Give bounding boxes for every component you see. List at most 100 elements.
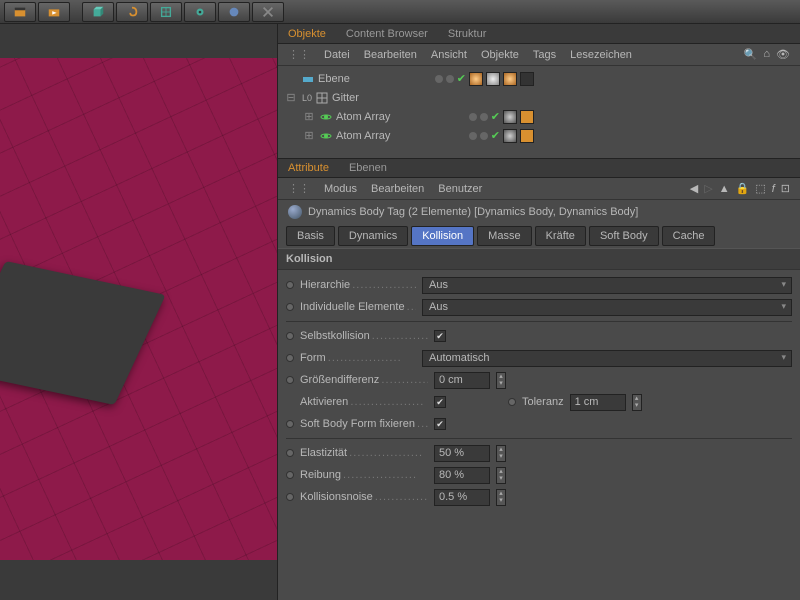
input-kollisionsnoise[interactable]: 0.5 % bbox=[434, 489, 490, 506]
tab-objekte[interactable]: Objekte bbox=[278, 25, 336, 43]
dropdown-individuelle[interactable]: Aus bbox=[422, 299, 792, 316]
spinner[interactable]: ▴▾ bbox=[496, 445, 506, 462]
object-row-atom-1[interactable]: ⊞ Atom Array ✔ bbox=[284, 107, 794, 126]
anim-bullet[interactable] bbox=[286, 420, 294, 428]
vis-dot[interactable] bbox=[469, 113, 477, 121]
material-tag[interactable] bbox=[469, 72, 483, 86]
tab-ebenen[interactable]: Ebenen bbox=[339, 159, 397, 177]
dropdown-hierarchie[interactable]: Aus bbox=[422, 277, 792, 294]
tool-cube[interactable] bbox=[82, 2, 114, 22]
input-elastizitaet[interactable]: 50 % bbox=[434, 445, 490, 462]
nav-fwd-icon[interactable]: ▷ bbox=[704, 182, 712, 195]
material-tag[interactable] bbox=[486, 72, 500, 86]
anim-bullet[interactable] bbox=[286, 493, 294, 501]
subtab-basis[interactable]: Basis bbox=[286, 226, 335, 246]
menu-lesezeichen[interactable]: Lesezeichen bbox=[570, 49, 632, 61]
vis-dot[interactable] bbox=[446, 75, 454, 83]
anim-bullet[interactable] bbox=[508, 398, 516, 406]
object-name[interactable]: Gitter bbox=[332, 92, 359, 104]
vis-dot[interactable] bbox=[469, 132, 477, 140]
tag-icon[interactable] bbox=[520, 110, 534, 124]
fn-icon[interactable]: f bbox=[772, 183, 775, 195]
anim-bullet[interactable] bbox=[286, 471, 294, 479]
anim-bullet[interactable] bbox=[286, 332, 294, 340]
menu-datei[interactable]: Datei bbox=[324, 49, 350, 61]
object-tree[interactable]: Ebene ✔ ⊟ L0 Gitter bbox=[278, 66, 800, 158]
subtab-kollision[interactable]: Kollision bbox=[411, 226, 474, 246]
tag-icon[interactable] bbox=[520, 72, 534, 86]
object-row-ebene[interactable]: Ebene ✔ bbox=[284, 69, 794, 88]
view-icon[interactable]: 👁 bbox=[776, 48, 790, 61]
check-icon[interactable]: ✔ bbox=[457, 72, 466, 85]
vis-dot[interactable] bbox=[480, 132, 488, 140]
viewport-3d[interactable] bbox=[0, 24, 278, 600]
checkbox-selbstkollision[interactable]: ✔ bbox=[434, 330, 446, 342]
tool-cage[interactable] bbox=[150, 2, 182, 22]
material-tag[interactable] bbox=[503, 72, 517, 86]
menu-bearbeiten-attr[interactable]: Bearbeiten bbox=[371, 183, 424, 195]
subtab-cache[interactable]: Cache bbox=[662, 226, 716, 246]
tag-icon[interactable] bbox=[520, 129, 534, 143]
spinner[interactable]: ▴▾ bbox=[496, 467, 506, 484]
object-row-gitter[interactable]: ⊟ L0 Gitter bbox=[284, 88, 794, 107]
expand-icon[interactable]: ⊞ bbox=[302, 129, 316, 142]
properties-panel: Hierarchie Aus Individuelle Elemente Aus… bbox=[278, 270, 800, 512]
input-reibung[interactable]: 80 % bbox=[434, 467, 490, 484]
object-row-atom-2[interactable]: ⊞ Atom Array ✔ bbox=[284, 126, 794, 145]
anim-bullet[interactable] bbox=[286, 449, 294, 457]
main-toolbar bbox=[0, 0, 800, 24]
dropdown-form[interactable]: Automatisch bbox=[422, 350, 792, 367]
lock-icon[interactable]: 🔒 bbox=[736, 182, 750, 195]
subtab-dynamics[interactable]: Dynamics bbox=[338, 226, 408, 246]
tool-clapperboard[interactable] bbox=[4, 2, 36, 22]
spinner[interactable]: ▴▾ bbox=[496, 372, 506, 389]
object-name[interactable]: Ebene bbox=[318, 73, 350, 85]
menu-benutzer[interactable]: Benutzer bbox=[438, 183, 482, 195]
menu-modus[interactable]: Modus bbox=[324, 183, 357, 195]
tool-spiral[interactable] bbox=[116, 2, 148, 22]
tab-attribute[interactable]: Attribute bbox=[278, 159, 339, 177]
object-name[interactable]: Atom Array bbox=[336, 111, 390, 123]
vis-dot[interactable] bbox=[435, 75, 443, 83]
maximize-icon[interactable]: ⊡ bbox=[781, 182, 790, 195]
menu-tags[interactable]: Tags bbox=[533, 49, 556, 61]
input-toleranz[interactable]: 1 cm bbox=[570, 394, 626, 411]
menu-objekte[interactable]: Objekte bbox=[481, 49, 519, 61]
label-elastizitaet: Elastizität bbox=[300, 447, 428, 459]
dynamics-tag[interactable] bbox=[503, 129, 517, 143]
viewport-canvas[interactable] bbox=[0, 58, 277, 560]
tab-content-browser[interactable]: Content Browser bbox=[336, 25, 438, 43]
anim-bullet[interactable] bbox=[286, 376, 294, 384]
search-icon[interactable]: 🔍 bbox=[744, 48, 758, 61]
subtab-softbody[interactable]: Soft Body bbox=[589, 226, 659, 246]
subtab-kraefte[interactable]: Kräfte bbox=[535, 226, 586, 246]
new-icon[interactable]: ⬚ bbox=[755, 182, 765, 195]
expand-icon[interactable]: ⊞ bbox=[302, 110, 316, 123]
object-name[interactable]: Atom Array bbox=[336, 130, 390, 142]
dynamics-tag[interactable] bbox=[503, 110, 517, 124]
check-icon[interactable]: ✔ bbox=[491, 129, 500, 142]
checkbox-softbodyfix[interactable]: ✔ bbox=[434, 418, 446, 430]
menu-ansicht[interactable]: Ansicht bbox=[431, 49, 467, 61]
home-icon[interactable]: ⌂ bbox=[763, 48, 770, 61]
nav-up-icon[interactable]: ▲ bbox=[719, 183, 730, 195]
tool-cut[interactable] bbox=[252, 2, 284, 22]
spinner[interactable]: ▴▾ bbox=[632, 394, 642, 411]
anim-bullet[interactable] bbox=[286, 303, 294, 311]
tab-struktur[interactable]: Struktur bbox=[438, 25, 497, 43]
vis-dot[interactable] bbox=[480, 113, 488, 121]
tool-sphere[interactable] bbox=[218, 2, 250, 22]
attribute-menu: ⋮⋮ Modus Bearbeiten Benutzer ◀ ▷ ▲ 🔒 ⬚ f… bbox=[278, 178, 800, 200]
tool-clapperboard-play[interactable] bbox=[38, 2, 70, 22]
nav-back-icon[interactable]: ◀ bbox=[690, 182, 698, 195]
tool-gear[interactable] bbox=[184, 2, 216, 22]
input-groessendiff[interactable]: 0 cm bbox=[434, 372, 490, 389]
check-icon[interactable]: ✔ bbox=[491, 110, 500, 123]
collapse-icon[interactable]: ⊟ bbox=[284, 91, 298, 104]
menu-bearbeiten[interactable]: Bearbeiten bbox=[364, 49, 417, 61]
checkbox-aktivieren[interactable]: ✔ bbox=[434, 396, 446, 408]
subtab-masse[interactable]: Masse bbox=[477, 226, 531, 246]
anim-bullet[interactable] bbox=[286, 354, 294, 362]
anim-bullet[interactable] bbox=[286, 281, 294, 289]
spinner[interactable]: ▴▾ bbox=[496, 489, 506, 506]
